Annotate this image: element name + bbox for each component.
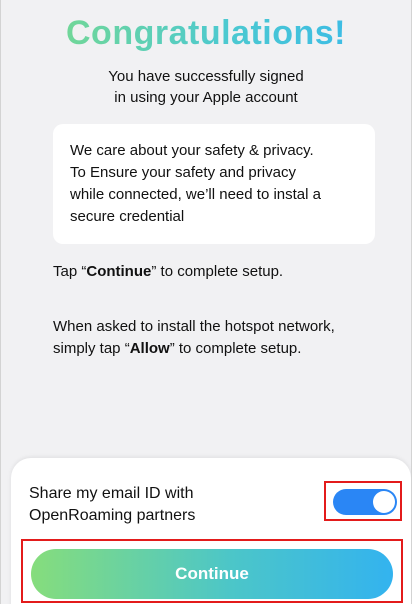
share-email-toggle-highlight [324,481,402,521]
allow-hotspot-line-1: When asked to install the hotspot networ… [53,318,335,335]
privacy-info-line-3: while connected, we’ll need to instal a [70,186,321,203]
privacy-info-line-1: We care about your safety & privacy. [70,142,314,159]
page-title: Congratulations! [1,14,411,53]
allow-hotspot-instruction: When asked to install the hotspot networ… [53,316,335,360]
continue-button-highlight: Continue [21,539,403,603]
toggle-knob [373,491,395,513]
tap-continue-prefix: Tap “ [53,263,87,280]
congratulations-screen: Congratulations! You have successfully s… [0,0,412,604]
allow-prefix: simply tap “ [53,340,130,357]
allow-hotspot-line-2: simply tap “Allow” to complete setup. [53,338,335,360]
share-email-label: Share my email ID with OpenRoaming partn… [29,483,195,527]
share-email-label-line-1: Share my email ID with [29,485,194,502]
success-message-line-1: You have successfully signed [108,68,304,85]
tap-continue-instruction: Tap “Continue” to complete setup. [53,261,283,283]
success-message-line-2: in using your Apple account [114,89,298,106]
share-email-toggle[interactable] [333,489,397,515]
success-message: You have successfully signed in using yo… [1,66,411,108]
privacy-info-line-2: To Ensure your safety and privacy [70,164,296,181]
share-email-label-line-2: OpenRoaming partners [29,507,196,524]
tap-continue-suffix: ” to complete setup. [151,263,284,280]
privacy-info-line-4: secure credential [70,208,185,225]
tap-continue-keyword: Continue [86,263,152,280]
allow-keyword: Allow [129,340,170,357]
continue-button[interactable]: Continue [31,549,393,599]
allow-suffix: ” to complete setup. [169,340,302,357]
privacy-info-card: We care about your safety & privacy. To … [53,124,375,244]
